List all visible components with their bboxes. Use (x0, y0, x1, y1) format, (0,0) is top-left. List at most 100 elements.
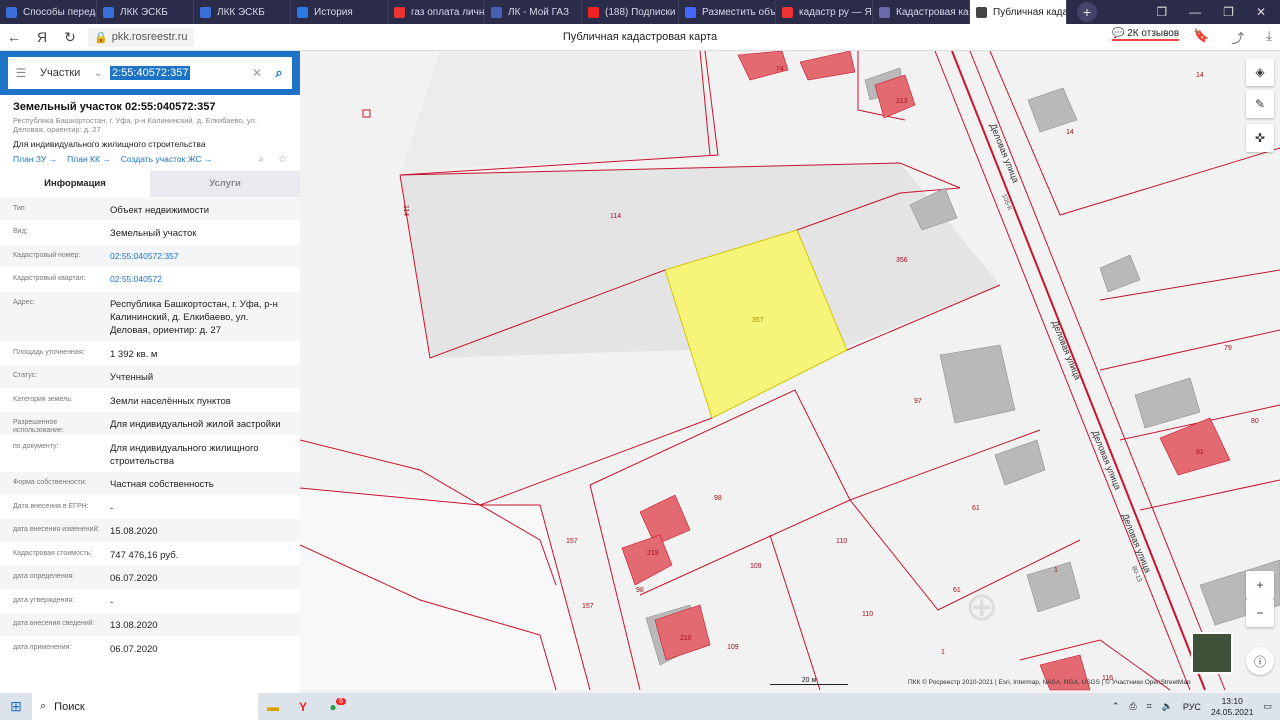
plan-kk-link[interactable]: План КК → (67, 154, 111, 164)
attribute-value: Учтенный (110, 372, 154, 384)
attribute-label: Категория земель: (13, 395, 73, 403)
file-explorer-icon[interactable]: ▬ (258, 700, 288, 714)
ruler-icon[interactable]: ✎ (1246, 90, 1274, 118)
zoom-out-button[interactable]: − (1246, 599, 1274, 627)
parcel-number-label: 109 (750, 563, 762, 570)
tab-favicon-icon (491, 6, 502, 18)
restore-button[interactable]: ❐ (1223, 5, 1234, 19)
map-attribution: ПКК © Росреестр 2010-2021 | Esri, Interm… (908, 679, 1191, 686)
notifications-icon[interactable]: ▭ (1263, 701, 1272, 712)
new-tab-button[interactable]: + (1077, 2, 1097, 22)
zoom-in-button[interactable]: + (1246, 571, 1274, 599)
attribute-row: Кадастровый квартал: 02:55:040572 (0, 267, 300, 291)
back-button[interactable]: ← (0, 29, 28, 45)
tab-favicon-icon (297, 6, 308, 18)
attribute-value: - (110, 596, 114, 608)
tab-label: ЛКК ЭСКБ (217, 6, 265, 18)
whatsapp-icon[interactable]: ● 6 (318, 697, 348, 714)
attribute-label: Разрешенное использование: (13, 419, 64, 435)
attribute-row: по документу: Для индивидуального жилищно… (0, 434, 300, 472)
map-scale: 20 м (770, 677, 848, 685)
download-icon[interactable]: ⤓ (1266, 28, 1272, 47)
attribute-row: дата определения: 06.07.2020 (0, 565, 300, 589)
tab-services[interactable]: Услуги (150, 170, 300, 197)
volume-icon[interactable]: 🔈 (1162, 701, 1173, 712)
satellite-layer-toggle[interactable] (1191, 632, 1233, 674)
browser-tab[interactable]: кадастр ру — Янд (776, 0, 873, 24)
network-icon[interactable]: ⌗ (1147, 701, 1152, 712)
reload-button[interactable]: ↻ (56, 29, 84, 46)
chevron-down-icon[interactable]: ⌄ (94, 68, 108, 79)
clock[interactable]: 13:10 24.05.2021 (1211, 696, 1254, 716)
attribute-value: 15.08.2020 (110, 526, 158, 538)
info-tabs: Информация Услуги (0, 170, 300, 197)
windows-start-icon[interactable]: ⊞ (0, 698, 32, 715)
parcel-number-label: 216 (680, 635, 692, 642)
attribute-value: - (110, 502, 114, 514)
browser-tab[interactable]: газ оплата личный (388, 0, 485, 24)
share-icon[interactable]: ⤴ (1231, 28, 1244, 47)
tab-information[interactable]: Информация (0, 170, 150, 197)
parcel-number-label: 110 (862, 611, 873, 618)
point-marker (362, 109, 371, 118)
tray-up-icon[interactable]: ⌃ (1112, 701, 1120, 712)
menu-icon[interactable]: ☰ (8, 66, 34, 80)
attribute-row: Категория земель: Земли населённых пункто… (0, 387, 300, 412)
browser-tab[interactable]: ЛКК ЭСКБ (194, 0, 291, 24)
reviews-count: 2К отзывов (1127, 28, 1180, 39)
attribute-value: Для индивидуальной жилой застройки (110, 419, 281, 431)
parcel-number-label: 213 (896, 98, 908, 105)
map-canvas[interactable]: ⊕ 11411435735697981571579810910911011061… (300, 51, 1280, 693)
map-watermark-icon: ⊕ (965, 585, 999, 629)
browser-tab[interactable]: Разместить объяв (679, 0, 776, 24)
browser-tab[interactable]: История (291, 0, 388, 24)
attribute-row: Вид: Земельный участок (0, 220, 300, 244)
tab-label: История (314, 6, 353, 18)
object-address: Республика Башкортостан, г. Уфа, р-н Кал… (13, 116, 257, 135)
search-input[interactable]: 2:55:40572:357 (110, 66, 191, 80)
tab-favicon-icon (200, 6, 211, 18)
browser-tab[interactable]: (188) Подписки - (582, 0, 679, 24)
attribute-link[interactable]: 02:55:040572:357 (110, 245, 287, 268)
cadastral-map[interactable]: ⊕ 114 114 357 356 97 98 157 157 98 109 109 110 110 61… (300, 51, 1280, 693)
bookmark-icon[interactable]: 🔖 (1193, 28, 1209, 47)
browser-tab[interactable]: Способы передачи (0, 0, 97, 24)
minimize-button[interactable]: — (1189, 5, 1201, 19)
language-indicator[interactable]: РУС (1183, 702, 1201, 712)
browser-tab[interactable]: Кадастровая карта (873, 0, 970, 24)
browser-tab-bar: Способы передачи ЛКК ЭСКБ ЛКК ЭСКБ История г… (0, 0, 1280, 24)
parcel-number-label: 80 (1251, 418, 1259, 425)
create-parcel-link[interactable]: Создать участок ЖС → (121, 154, 213, 164)
browser-tab[interactable]: Публичная кадаст✕ (970, 0, 1067, 24)
parcel-number-label: 14 (1066, 129, 1074, 136)
locate-icon[interactable]: ✜ (1246, 124, 1274, 152)
yandex-icon[interactable]: Я (28, 29, 56, 45)
search-doc-icon[interactable]: ⌕ (258, 154, 264, 165)
search-icon[interactable]: ⌕ (266, 65, 292, 81)
attribute-value: 747 476,16 руб. (110, 549, 179, 561)
browser-tab[interactable]: ЛК - Мой ГАЗ (485, 0, 582, 24)
layers-icon[interactable]: ◈ (1246, 58, 1274, 86)
address-bar-actions: 🔖 ⤴ ⤓ (1193, 28, 1272, 47)
url-field[interactable]: 🔒 pkk.rosreestr.ru (88, 27, 194, 47)
attribute-label: Кадастровая стоимость: (13, 549, 93, 557)
plan-zu-link[interactable]: План ЗУ → (13, 154, 57, 164)
parcel-number-label: 74 (776, 66, 784, 73)
tab-favicon-icon (782, 6, 793, 18)
reviews-link[interactable]: 💬 2К отзывов (1112, 28, 1180, 41)
taskbar-search[interactable]: ⌕ Поиск (32, 693, 258, 720)
parcel-number-label: 357 (752, 317, 764, 324)
clear-search-icon[interactable]: ✕ (248, 66, 266, 80)
close-window-button[interactable]: ✕ (1256, 5, 1266, 19)
window-controls: ❐ — ❐ ✕ (1156, 5, 1280, 19)
info-icon[interactable]: ⓘ (1246, 647, 1274, 675)
favorite-star-icon[interactable]: ☆ (278, 154, 287, 165)
search-box: ☰ Участки ⌄ 2:55:40572:357 ✕ ⌕ (8, 57, 292, 89)
tab-favicon-icon (394, 6, 405, 18)
printer-icon[interactable]: ⎙ (1129, 701, 1136, 712)
yandex-browser-icon[interactable]: Y (288, 700, 318, 714)
search-type-select[interactable]: Участки (34, 67, 94, 79)
tab-manager-icon[interactable]: ❐ (1156, 5, 1167, 19)
attribute-link[interactable]: 02:55:040572 (110, 268, 287, 291)
browser-tab[interactable]: ЛКК ЭСКБ (97, 0, 194, 24)
